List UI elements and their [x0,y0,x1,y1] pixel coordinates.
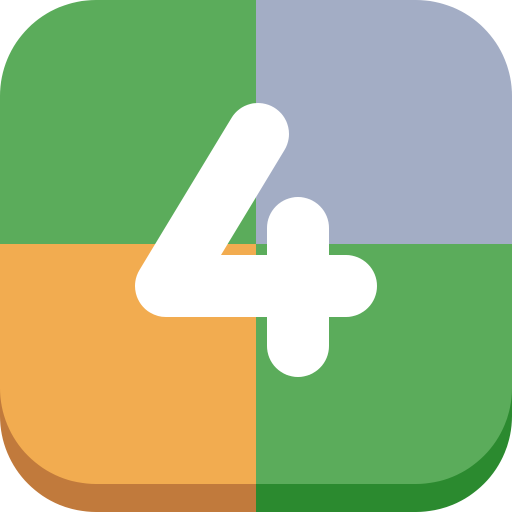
icon-face [0,0,512,484]
app-icon[interactable] [0,0,512,512]
four-squares-icon [0,0,512,512]
